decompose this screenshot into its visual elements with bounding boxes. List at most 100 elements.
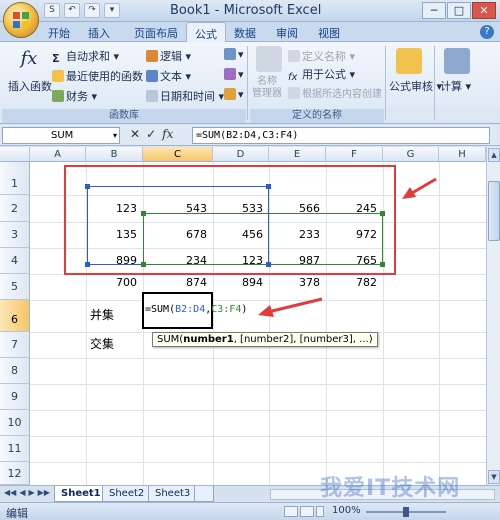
- lookup-button[interactable]: ▾: [224, 48, 244, 61]
- autosum-button[interactable]: Σ 自动求和 ▾: [52, 48, 119, 65]
- prev-sheet-icon[interactable]: ◀: [19, 488, 25, 497]
- sum-icon: Σ: [52, 52, 60, 65]
- insert-function-small-icon[interactable]: fx: [162, 127, 173, 141]
- zoom-slider-handle[interactable]: [403, 507, 409, 517]
- cell-e5[interactable]: 378: [269, 273, 326, 292]
- row-header-4[interactable]: 4: [0, 248, 30, 274]
- text-button[interactable]: 文本 ▾: [146, 68, 191, 84]
- row-header-9[interactable]: 9: [0, 384, 30, 410]
- row-header-8[interactable]: 8: [0, 358, 30, 384]
- row-header-10[interactable]: 10: [0, 410, 30, 436]
- qat-customize-icon[interactable]: ▾: [104, 3, 120, 18]
- name-manager-button[interactable]: 名称 管理器: [252, 76, 282, 100]
- scroll-down-icon[interactable]: ▼: [488, 470, 500, 484]
- create-from-selection-button[interactable]: 根据所选内容创建: [288, 85, 382, 100]
- vertical-scrollbar[interactable]: ▲ ▼: [486, 147, 500, 485]
- tab-insert[interactable]: 插入: [88, 25, 110, 41]
- math-button[interactable]: ▾: [224, 68, 244, 81]
- zoom-level[interactable]: 100%: [332, 505, 361, 516]
- defined-names-group-label: 定义的名称: [250, 109, 384, 123]
- minimize-button[interactable]: ─: [422, 2, 446, 19]
- use-in-formula-button[interactable]: fx 用于公式 ▾: [288, 66, 355, 84]
- cell-f5[interactable]: 782: [326, 273, 383, 292]
- name-box-value: SUM: [51, 130, 74, 141]
- ribbon: fx 插入函数 Σ 自动求和 ▾ 最近使用的函数 ▾ 财务 ▾ 逻辑 ▾ 文本 ▾…: [0, 42, 500, 124]
- fx-small-icon: fx: [288, 72, 298, 83]
- date-icon: [146, 90, 158, 102]
- last-sheet-icon[interactable]: ▶▶: [38, 488, 50, 497]
- redo-icon[interactable]: ↷: [84, 3, 100, 18]
- name-box[interactable]: SUM ▾: [2, 127, 120, 144]
- column-header-b[interactable]: B: [86, 147, 143, 162]
- tab-review[interactable]: 审阅: [276, 25, 298, 41]
- formula-auditing-label: 公式审核: [389, 80, 433, 93]
- save-icon[interactable]: S: [44, 3, 60, 18]
- more-functions-dropdown: ▾: [238, 88, 244, 101]
- tab-view[interactable]: 视图: [318, 25, 340, 41]
- scroll-up-icon[interactable]: ▲: [488, 148, 500, 162]
- watermark: 我爱IT技术网: [320, 476, 461, 501]
- cell-d5[interactable]: 894: [213, 273, 269, 292]
- cancel-icon[interactable]: ✕: [130, 127, 140, 141]
- page-layout-view-icon[interactable]: [300, 506, 314, 517]
- tab-page-layout[interactable]: 页面布局: [134, 25, 178, 41]
- column-header-f[interactable]: F: [326, 147, 383, 162]
- date-time-button[interactable]: 日期和时间 ▾: [146, 88, 224, 104]
- select-all-corner[interactable]: [0, 147, 30, 162]
- sheet-tab-sheet3[interactable]: Sheet3: [148, 486, 198, 502]
- column-header-a[interactable]: A: [30, 147, 86, 162]
- edit-ref-c3-f4: C3:F4: [211, 304, 242, 315]
- window-controls: ─ □ ✕: [422, 2, 496, 19]
- row-header-7[interactable]: 7: [0, 332, 30, 358]
- page-break-view-icon[interactable]: [316, 506, 324, 517]
- sheet-tab-sheet1[interactable]: Sheet1: [54, 486, 108, 502]
- row-header-2[interactable]: 2: [0, 195, 30, 222]
- ribbon-separator: [434, 46, 435, 120]
- financial-button[interactable]: 财务 ▾: [52, 88, 97, 104]
- formula-input[interactable]: =SUM(B2:D4,C3:F4): [192, 127, 490, 144]
- ribbon-separator: [385, 46, 386, 120]
- cell-b5[interactable]: 700: [86, 273, 143, 292]
- maximize-button[interactable]: □: [447, 2, 471, 19]
- office-button[interactable]: [3, 2, 39, 38]
- name-box-dropdown-icon[interactable]: ▾: [113, 128, 117, 143]
- tooltip-arg-number1[interactable]: number1: [183, 334, 234, 345]
- first-sheet-icon[interactable]: ◀◀: [4, 488, 16, 497]
- create-from-selection-label: 根据所选内容创建: [302, 89, 382, 100]
- next-sheet-icon[interactable]: ▶: [28, 488, 34, 497]
- help-icon[interactable]: ?: [480, 25, 494, 39]
- normal-view-icon[interactable]: [284, 506, 298, 517]
- tab-home[interactable]: 开始: [48, 25, 70, 41]
- cell-b7-intersection-label[interactable]: 交集: [86, 335, 143, 354]
- row-header-12[interactable]: 12: [0, 462, 30, 485]
- more-functions-button[interactable]: ▾: [224, 88, 244, 101]
- tab-formulas[interactable]: 公式: [186, 22, 226, 43]
- logical-button[interactable]: 逻辑 ▾: [146, 48, 191, 64]
- column-header-e[interactable]: E: [269, 147, 326, 162]
- sheet-tab-sheet2[interactable]: Sheet2: [102, 486, 152, 502]
- cell-c5[interactable]: 874: [143, 273, 213, 292]
- row-header-3[interactable]: 3: [0, 222, 30, 248]
- recent-functions-button[interactable]: 最近使用的函数 ▾: [52, 68, 152, 84]
- scroll-thumb[interactable]: [488, 181, 500, 241]
- active-edit-cell-c6[interactable]: =SUM(B2:D4,C3:F4): [142, 292, 247, 329]
- new-sheet-icon[interactable]: [194, 486, 214, 502]
- column-header-g[interactable]: G: [383, 147, 439, 162]
- define-name-button[interactable]: 定义名称 ▾: [288, 48, 355, 64]
- row-header-1[interactable]: 1: [0, 162, 30, 195]
- column-header-d[interactable]: D: [213, 147, 269, 162]
- define-name-icon: [288, 50, 300, 62]
- column-header-c[interactable]: C: [143, 147, 213, 162]
- worksheet-grid[interactable]: A B C D E F G H 1 2 3 4 5 6 7 8 9 10 11 …: [0, 147, 486, 485]
- tab-data[interactable]: 数据: [234, 25, 256, 41]
- row-header-5[interactable]: 5: [0, 274, 30, 300]
- undo-icon[interactable]: ↶: [64, 3, 80, 18]
- insert-function-button[interactable]: 插入函数: [8, 78, 52, 94]
- calculation-button[interactable]: 计算 ▾: [440, 78, 471, 94]
- row-header-6[interactable]: 6: [0, 300, 30, 332]
- close-button[interactable]: ✕: [472, 2, 496, 19]
- row-header-11[interactable]: 11: [0, 436, 30, 462]
- cell-b6-union-label[interactable]: 并集: [86, 306, 143, 325]
- column-header-h[interactable]: H: [439, 147, 486, 162]
- enter-icon[interactable]: ✓: [146, 127, 156, 141]
